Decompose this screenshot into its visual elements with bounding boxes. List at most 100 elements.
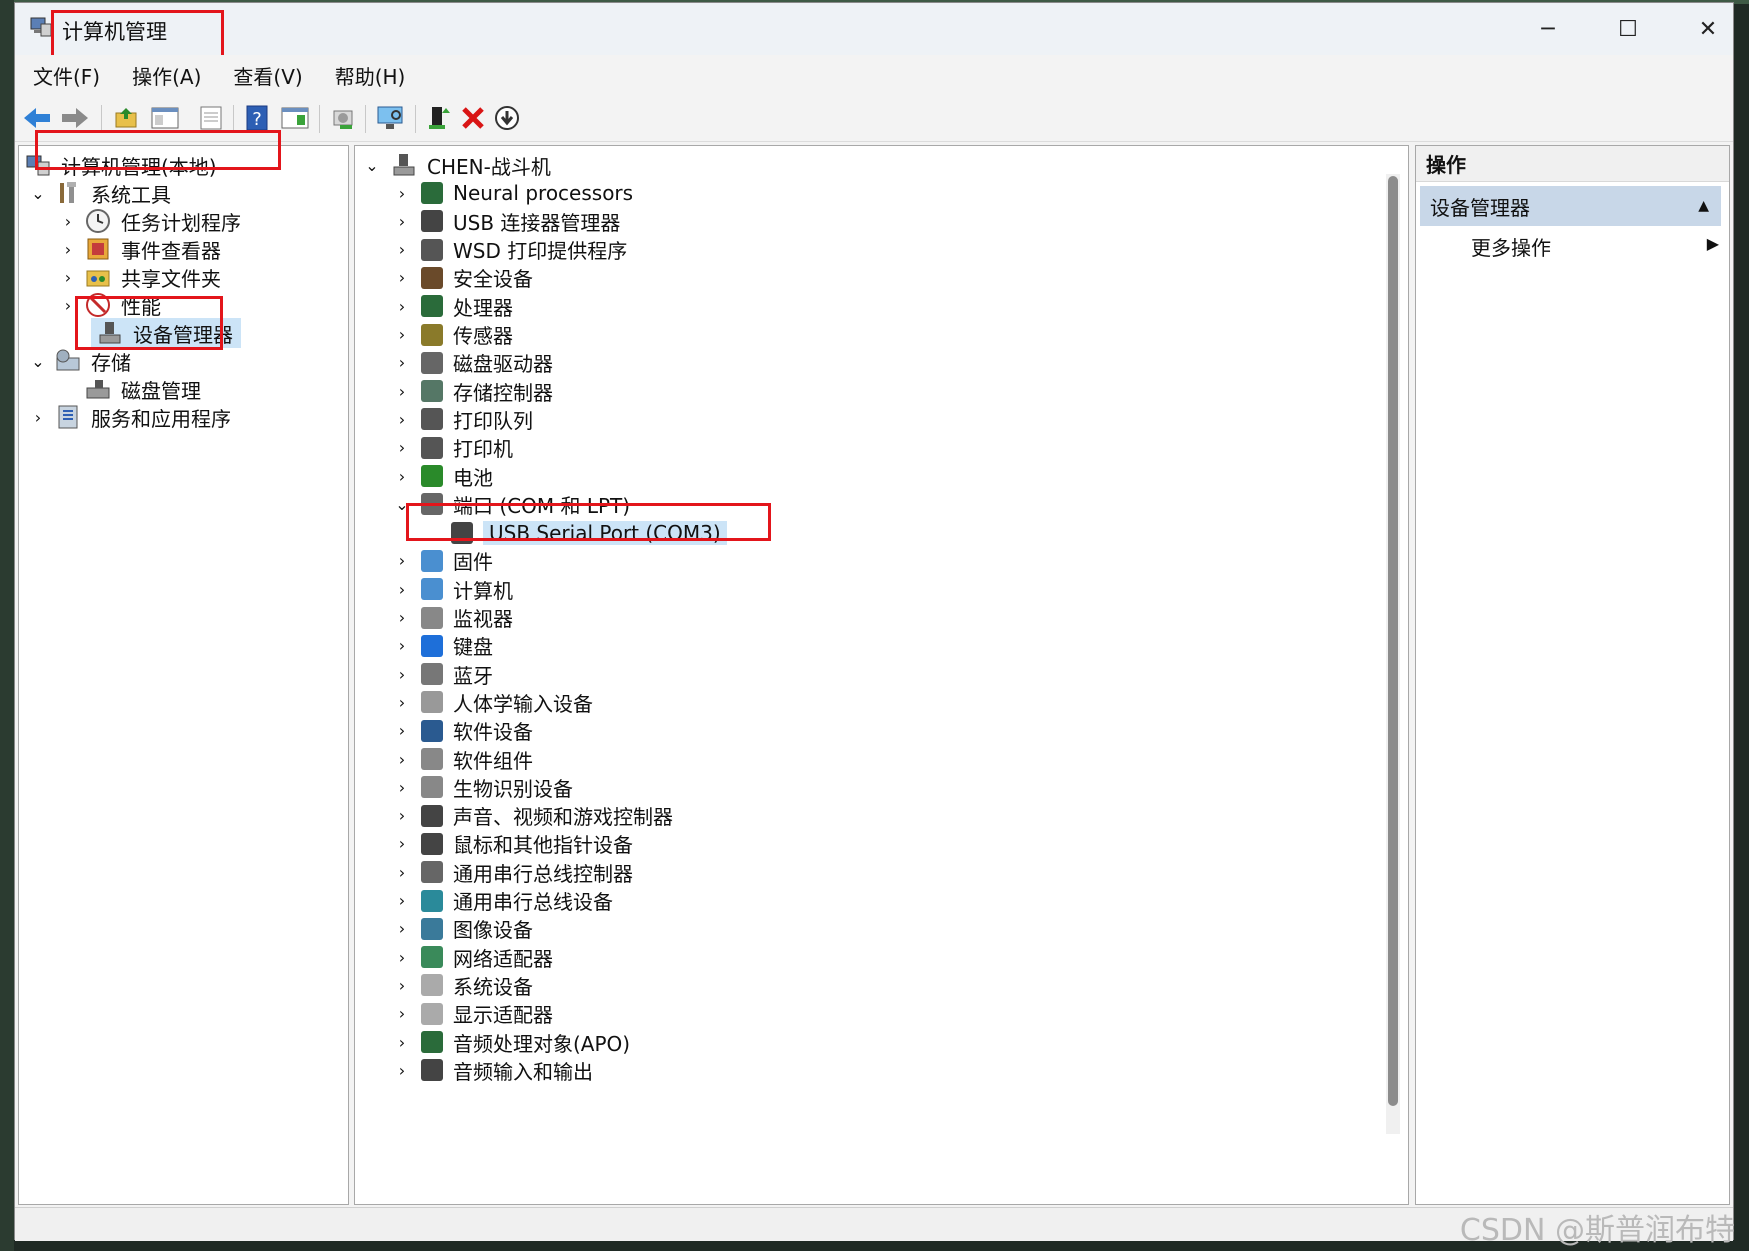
device-category[interactable]: 生物识别设备	[421, 772, 573, 802]
chevron-right-icon[interactable]: ›	[395, 325, 409, 344]
tree-item-device-manager[interactable]: 设备管理器	[91, 318, 241, 348]
show-action-pane-icon[interactable]	[279, 102, 311, 134]
device-category[interactable]: 显示适配器	[421, 999, 553, 1029]
device-category[interactable]: 计算机	[421, 574, 513, 604]
device-category[interactable]: 软件组件	[421, 744, 533, 774]
device-category[interactable]: 鼠标和其他指针设备	[421, 829, 633, 859]
help-icon[interactable]: ?	[241, 102, 273, 134]
chevron-right-icon[interactable]: ›	[395, 919, 409, 938]
device-category[interactable]: 打印机	[421, 433, 513, 463]
properties-icon[interactable]	[327, 102, 359, 134]
chevron-right-icon[interactable]: ›	[395, 665, 409, 684]
chevron-right-icon[interactable]: ›	[61, 212, 75, 231]
usb-serial-port-device[interactable]: USB Serial Port (COM3)	[451, 518, 727, 548]
tree-root[interactable]: 计算机管理(本地)	[25, 150, 217, 180]
tree-item-storage[interactable]: 存储	[55, 346, 131, 376]
show-hide-tree-icon[interactable]	[149, 102, 181, 134]
uninstall-device-icon[interactable]	[457, 102, 489, 134]
chevron-right-icon[interactable]: ›	[61, 240, 75, 259]
chevron-right-icon[interactable]: ›	[395, 721, 409, 740]
disable-device-icon[interactable]	[491, 102, 523, 134]
chevron-down-icon[interactable]: ⌄	[365, 156, 379, 175]
device-category[interactable]: USB 连接器管理器	[421, 206, 620, 236]
up-folder-icon[interactable]	[111, 102, 143, 134]
device-category[interactable]: 传感器	[421, 320, 513, 350]
chevron-right-icon[interactable]: ›	[395, 580, 409, 599]
scrollbar-thumb[interactable]	[1388, 176, 1398, 1106]
chevron-right-icon[interactable]: ›	[395, 1061, 409, 1080]
chevron-right-icon[interactable]: ›	[395, 750, 409, 769]
chevron-right-icon[interactable]: ›	[61, 268, 75, 287]
device-category[interactable]: WSD 打印提供程序	[421, 235, 627, 265]
update-driver-icon[interactable]	[423, 102, 455, 134]
tree-item-system-tools[interactable]: 系统工具	[55, 178, 171, 208]
vertical-scrollbar[interactable]	[1386, 174, 1400, 1134]
chevron-right-icon[interactable]: ›	[395, 467, 409, 486]
device-category[interactable]: 存储控制器	[421, 376, 553, 406]
minimize-button[interactable]: ─	[1508, 3, 1588, 55]
device-tree-computer[interactable]: CHEN-战斗机	[391, 150, 551, 180]
device-category[interactable]: 电池	[421, 461, 493, 491]
device-category[interactable]: 打印队列	[421, 404, 533, 434]
chevron-right-icon[interactable]: ›	[395, 636, 409, 655]
chevron-right-icon[interactable]: ›	[395, 1004, 409, 1023]
chevron-right-icon[interactable]: ›	[395, 834, 409, 853]
tree-item-performance[interactable]: 性能	[85, 290, 161, 320]
chevron-right-icon[interactable]: ›	[395, 551, 409, 570]
chevron-right-icon[interactable]: ›	[395, 382, 409, 401]
chevron-right-icon[interactable]: ›	[395, 1033, 409, 1052]
chevron-right-icon[interactable]: ›	[395, 184, 409, 203]
chevron-right-icon[interactable]: ›	[61, 296, 75, 315]
chevron-down-icon[interactable]: ⌄	[31, 352, 45, 371]
device-category[interactable]: 通用串行总线控制器	[421, 857, 633, 887]
menu-action[interactable]: 操作(A)	[118, 61, 215, 90]
chevron-right-icon[interactable]: ›	[395, 353, 409, 372]
collapse-up-icon[interactable]: ▲	[1698, 198, 1709, 214]
chevron-down-icon[interactable]: ⌄	[31, 184, 45, 203]
chevron-right-icon[interactable]: ›	[395, 806, 409, 825]
menu-help[interactable]: 帮助(H)	[321, 61, 420, 90]
close-button[interactable]: ✕	[1668, 3, 1748, 55]
chevron-right-icon[interactable]: ›	[395, 948, 409, 967]
device-category[interactable]: Neural processors	[421, 178, 633, 208]
device-category[interactable]: 通用串行总线设备	[421, 886, 613, 916]
device-category[interactable]: 网络适配器	[421, 942, 553, 972]
device-category[interactable]: 安全设备	[421, 263, 533, 293]
device-category[interactable]: 监视器	[421, 603, 513, 633]
chevron-right-icon[interactable]: ›	[31, 408, 45, 427]
tree-item-task-scheduler[interactable]: 任务计划程序	[85, 206, 241, 236]
export-list-icon[interactable]	[195, 102, 227, 134]
chevron-right-icon[interactable]: ›	[395, 976, 409, 995]
device-category[interactable]: 图像设备	[421, 914, 533, 944]
device-category[interactable]: 软件设备	[421, 716, 533, 746]
device-category[interactable]: 音频处理对象(APO)	[421, 1027, 630, 1057]
device-category[interactable]: 声音、视频和游戏控制器	[421, 801, 673, 831]
chevron-right-icon[interactable]: ›	[395, 608, 409, 627]
maximize-button[interactable]: ☐	[1588, 3, 1668, 55]
device-category[interactable]: 处理器	[421, 291, 513, 321]
scan-hardware-icon[interactable]	[375, 102, 407, 134]
device-category[interactable]: 磁盘驱动器	[421, 348, 553, 378]
chevron-right-icon[interactable]: ›	[395, 438, 409, 457]
tree-item-services-apps[interactable]: 服务和应用程序	[55, 402, 231, 432]
tree-item-event-viewer[interactable]: 事件查看器	[85, 234, 221, 264]
tree-item-shared-folders[interactable]: 共享文件夹	[85, 262, 221, 292]
chevron-right-icon[interactable]: ›	[395, 268, 409, 287]
chevron-right-icon[interactable]: ›	[395, 778, 409, 797]
chevron-down-icon[interactable]: ⌄	[395, 495, 409, 514]
chevron-right-icon[interactable]: ›	[395, 410, 409, 429]
chevron-right-icon[interactable]: ›	[395, 891, 409, 910]
chevron-right-icon[interactable]: ›	[395, 212, 409, 231]
device-category[interactable]: 固件	[421, 546, 493, 576]
device-category[interactable]: 系统设备	[421, 970, 533, 1000]
more-actions[interactable]: 更多操作	[1471, 232, 1551, 261]
device-category[interactable]: 端口 (COM 和 LPT)	[421, 489, 630, 519]
actions-section-device-manager[interactable]: 设备管理器 ▲	[1420, 186, 1721, 226]
chevron-right-icon[interactable]: ›	[395, 297, 409, 316]
chevron-right-icon[interactable]: ›	[395, 240, 409, 259]
device-category[interactable]: 蓝牙	[421, 659, 493, 689]
chevron-right-icon[interactable]: ›	[395, 693, 409, 712]
back-icon[interactable]	[21, 102, 53, 134]
menu-view[interactable]: 查看(V)	[219, 61, 316, 90]
device-category[interactable]: 键盘	[421, 631, 493, 661]
